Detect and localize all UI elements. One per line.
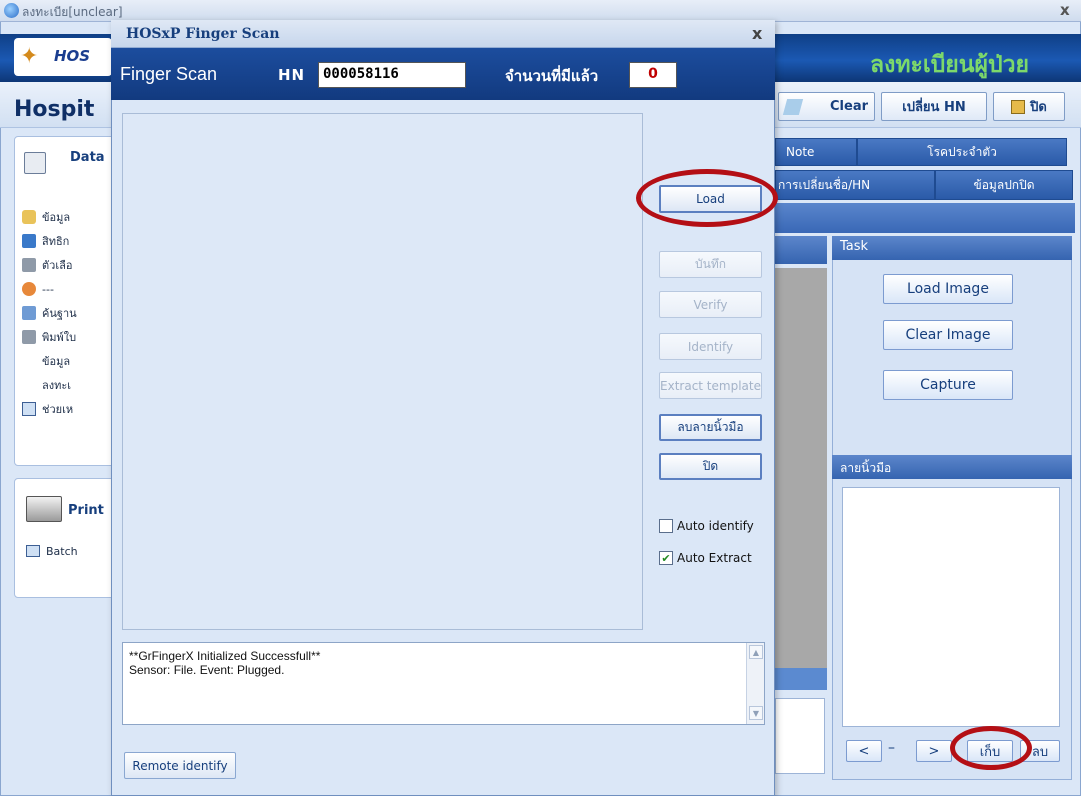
sidebar-item[interactable]: สิทธิก — [22, 229, 118, 253]
print-section-header: Print — [68, 503, 104, 518]
window-icon — [26, 545, 40, 557]
user-card-icon — [24, 152, 46, 174]
window-icon — [22, 402, 36, 416]
batch-item[interactable]: Batch — [46, 545, 78, 558]
task-header: Task — [832, 236, 1072, 260]
sidebar-item[interactable]: ลงทะเ — [22, 373, 118, 397]
data-section-header: Data — [70, 150, 105, 165]
tab-disease[interactable]: โรคประจำตัว — [857, 138, 1067, 166]
globe-icon — [22, 234, 36, 248]
count-label: จำนวนที่มีแล้ว — [505, 67, 599, 85]
nav-separator: – — [888, 740, 895, 756]
auto-identify-checkbox[interactable]: Auto identify — [659, 519, 754, 533]
printer-icon — [22, 258, 36, 272]
sidebar-item[interactable]: ข้อมูล — [22, 349, 118, 373]
fingerprint-image-box — [842, 487, 1060, 727]
background-close-button[interactable]: x — [1060, 1, 1070, 19]
tab-change-name[interactable]: การเปลี่ยนชื่อ/HN — [775, 170, 935, 200]
data-sidebar-list: ข้อมูล สิทธิก ตัวเลือ --- ค้นฐาน พิมพ์ใบ… — [22, 205, 118, 421]
users-icon — [22, 282, 36, 296]
hospital-label: Hospit — [14, 97, 95, 122]
eraser-icon — [782, 99, 804, 115]
sidebar-item[interactable]: ช่วยเห — [22, 397, 118, 421]
dialog-title: HOSxP Finger Scan — [126, 26, 280, 42]
log-scrollbar[interactable]: ▲ ▼ — [746, 643, 764, 724]
log-line: **GrFingerX Initialized Successfull** — [129, 649, 321, 663]
next-button[interactable]: > — [916, 740, 952, 762]
photo-panel-box — [775, 698, 825, 774]
change-hn-button[interactable]: เปลี่ยน HN — [881, 92, 987, 121]
status-log[interactable]: **GrFingerX Initialized Successfull** Se… — [122, 642, 765, 725]
identify-button[interactable]: Identify — [659, 333, 762, 360]
printer-icon — [22, 330, 36, 344]
checkmark-icon[interactable]: ✔ — [659, 551, 673, 565]
register-patient-title: ลงทะเบียนผู้ป่วย — [870, 52, 1029, 78]
tab-note[interactable]: Note — [775, 138, 857, 166]
book-icon — [22, 210, 36, 224]
search-doc-icon — [22, 306, 36, 320]
hn-label: HN — [278, 66, 306, 84]
auto-extract-checkbox[interactable]: ✔ Auto Extract — [659, 551, 752, 565]
photo-panel-header — [775, 236, 827, 264]
sidebar-item[interactable]: พิมพ์ใบ — [22, 325, 118, 349]
load-image-button[interactable]: Load Image — [883, 274, 1013, 304]
background-window-title: ลงทะเบีย[unclear] — [22, 5, 123, 19]
clear-button[interactable]: Clear — [778, 92, 875, 121]
count-field[interactable]: 0 — [629, 62, 677, 88]
annotation-circle-load — [636, 169, 778, 227]
photo-placeholder — [775, 268, 827, 668]
background-titlebar — [0, 0, 1081, 22]
logo-swoosh-icon: ✦ — [20, 44, 39, 69]
scroll-up-icon[interactable]: ▲ — [749, 645, 763, 659]
sidebar-item[interactable]: ตัวเลือ — [22, 253, 118, 277]
close-dialog-button[interactable]: ปิด — [659, 453, 762, 480]
sidebar-item[interactable]: ข้อมูล — [22, 205, 118, 229]
tab-hidden-info[interactable]: ข้อมูลปกปิด — [935, 170, 1073, 200]
delete-fingerprint-button[interactable]: ลบลายนิ้วมือ — [659, 414, 762, 441]
dialog-close-button[interactable]: x — [752, 24, 762, 43]
remote-identify-button[interactable]: Remote identify — [124, 752, 236, 779]
hn-field[interactable]: 000058116 — [318, 62, 466, 88]
log-line: Sensor: File. Event: Plugged. — [129, 663, 285, 677]
app-globe-icon — [4, 3, 19, 18]
sidebar-item[interactable]: --- — [22, 277, 118, 301]
save-button[interactable]: บันทึก — [659, 251, 762, 278]
capture-button[interactable]: Capture — [883, 370, 1013, 400]
clear-image-button[interactable]: Clear Image — [883, 320, 1013, 350]
finger-scan-label: Finger Scan — [120, 64, 218, 84]
prev-button[interactable]: < — [846, 740, 882, 762]
exit-door-icon — [1011, 99, 1026, 114]
extract-template-button[interactable]: Extract template — [659, 372, 762, 399]
logo-text: HOS — [54, 47, 91, 65]
photo-panel-footer — [775, 668, 827, 690]
annotation-circle-save — [950, 726, 1032, 770]
checkbox-box[interactable] — [659, 519, 673, 533]
scroll-down-icon[interactable]: ▼ — [749, 706, 763, 720]
fingerprint-image-area — [122, 113, 643, 630]
fingerprint-header: ลายนิ้วมือ — [832, 455, 1072, 479]
blue-header-band — [775, 203, 1075, 233]
printer-icon — [26, 496, 62, 522]
sidebar-item[interactable]: ค้นฐาน — [22, 301, 118, 325]
verify-button[interactable]: Verify — [659, 291, 762, 318]
close-app-button[interactable]: ปิด — [993, 92, 1065, 121]
